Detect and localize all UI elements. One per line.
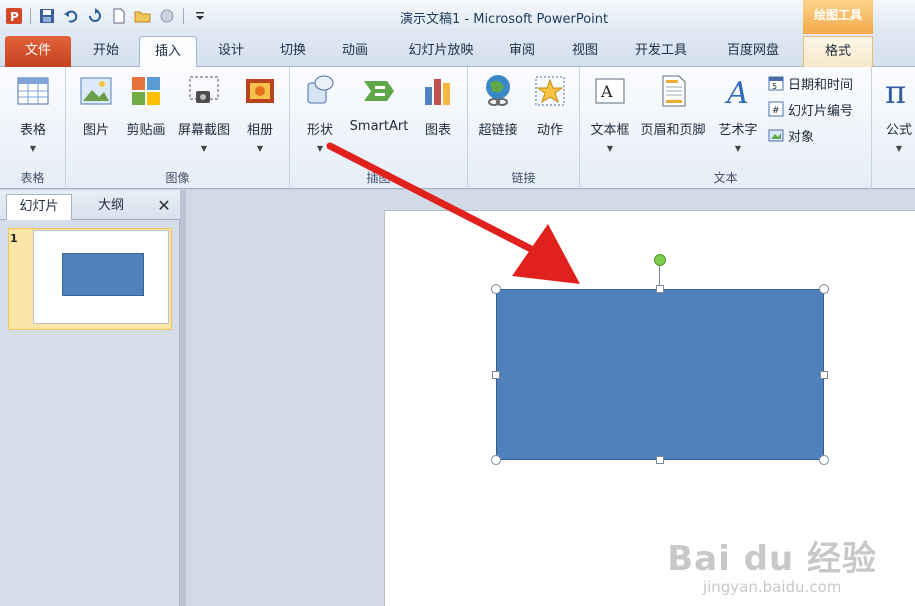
group-label-links: 链接 [511, 171, 536, 185]
photo-album-button[interactable]: 相册 ▼ [232, 73, 288, 159]
tab-insert[interactable]: 插入 [139, 36, 197, 67]
resize-handle-bottom[interactable] [656, 456, 664, 464]
group-illustrations: 形状 ▼ SmartArt 图表 插图 [290, 67, 468, 189]
tab-file[interactable]: 文件 [5, 36, 71, 67]
shapes-icon [307, 75, 334, 104]
title-bar: P 演示文稿1 - Microsoft PowerPoint 绘图工具 [0, 0, 915, 34]
action-button[interactable]: 动作 [522, 73, 578, 159]
tab-outline[interactable]: 大纲 [78, 194, 144, 220]
picture-icon [80, 77, 112, 105]
group-label-table: 表格 [20, 171, 45, 185]
object-button[interactable]: 对象 [768, 124, 814, 146]
screenshot-icon [189, 76, 219, 103]
redo-icon[interactable] [85, 6, 105, 26]
table-icon [17, 77, 49, 105]
resize-handle-top[interactable] [656, 285, 664, 293]
resize-handle-left[interactable] [492, 371, 500, 379]
customize-icon[interactable] [157, 6, 177, 26]
textbox-button[interactable]: A 文本框 ▼ [582, 73, 638, 159]
save-icon[interactable] [37, 6, 57, 26]
tab-developer[interactable]: 开发工具 [621, 36, 701, 67]
group-label-illustrations: 插图 [366, 171, 391, 185]
wordart-icon: A [724, 76, 749, 109]
header-footer-button[interactable]: 页眉和页脚 [640, 73, 706, 159]
pi-icon: π [885, 73, 906, 109]
drawing-tools-context-label: 绘图工具 [803, 0, 873, 34]
window-title: 演示文稿1 - Microsoft PowerPoint [400, 12, 609, 27]
svg-text:A: A [724, 76, 749, 109]
calendar-icon: 5 [768, 76, 784, 91]
tab-view[interactable]: 视图 [557, 36, 613, 67]
tab-design[interactable]: 设计 [203, 36, 259, 67]
group-links: 超链接 动作 链接 [468, 67, 580, 189]
tab-transitions[interactable]: 切换 [264, 36, 322, 67]
table-button[interactable]: 表格 ▼ [5, 73, 61, 159]
header-footer-icon [662, 75, 686, 107]
open-folder-icon[interactable] [133, 6, 153, 26]
slide-number-icon: # [768, 101, 784, 117]
resize-handle-top-right[interactable] [819, 284, 829, 294]
object-icon [768, 129, 784, 142]
slide-thumbnail-number: 1 [10, 232, 18, 245]
tab-baidu-netdisk[interactable]: 百度网盘 [711, 36, 795, 67]
svg-text:π: π [885, 73, 906, 109]
svg-text:#: # [772, 106, 780, 116]
picture-button[interactable]: 图片 [68, 73, 124, 159]
ribbon: 表格 ▼ 表格 图片 剪贴画 屏幕截图 ▼ 相册 ▼ 图像 形状 ▼ Smart… [0, 67, 915, 189]
svg-text:A: A [600, 82, 613, 101]
ribbon-tab-row: 文件 开始 插入 设计 切换 动画 幻灯片放映 审阅 视图 开发工具 百度网盘 … [0, 34, 915, 67]
hyperlink-button[interactable]: 超链接 [470, 73, 526, 159]
clipart-icon [132, 77, 160, 105]
thumbnail-rectangle-shape [62, 253, 144, 296]
chart-icon [425, 79, 450, 105]
datetime-button[interactable]: 5 日期和时间 [768, 72, 853, 94]
rectangle-shape[interactable] [496, 289, 824, 460]
action-icon [535, 76, 565, 106]
new-document-icon[interactable] [109, 6, 129, 26]
textbox-icon: A [595, 78, 625, 104]
group-symbols: π 公式 ▼ [872, 67, 915, 189]
equation-button[interactable]: π 公式 ▼ [874, 73, 915, 159]
pane-tabs: 幻灯片 大纲 ✕ [0, 190, 180, 220]
svg-text:P: P [10, 10, 19, 24]
powerpoint-logo-icon[interactable]: P [4, 6, 24, 26]
group-text: A 文本框 ▼ 页眉和页脚 A 艺术字 ▼ 5 日期和时间 # 幻灯片编号 对象… [580, 67, 872, 189]
baidu-jingyan-watermark: Bai du 经验 jingyan.baidu.com [667, 539, 877, 596]
tab-slides[interactable]: 幻灯片 [6, 194, 72, 220]
group-label-image: 图像 [165, 171, 190, 185]
screenshot-button[interactable]: 屏幕截图 ▼ [174, 73, 234, 159]
tab-format[interactable]: 格式 [803, 36, 873, 67]
resize-handle-bottom-right[interactable] [819, 455, 829, 465]
svg-text:5: 5 [772, 82, 777, 91]
shapes-button[interactable]: 形状 ▼ [292, 73, 348, 159]
quick-access-toolbar: P [4, 6, 210, 26]
close-pane-icon[interactable]: ✕ [154, 196, 174, 216]
wordart-button[interactable]: A 艺术字 ▼ [710, 73, 766, 159]
qat-dropdown-icon[interactable] [190, 6, 210, 26]
resize-handle-top-left[interactable] [491, 284, 501, 294]
group-image: 图片 剪贴画 屏幕截图 ▼ 相册 ▼ 图像 [66, 67, 290, 189]
smartart-icon [364, 81, 394, 101]
rotation-line [659, 265, 660, 287]
tab-home[interactable]: 开始 [78, 36, 134, 67]
slide-number-button[interactable]: # 幻灯片编号 [768, 98, 853, 120]
smartart-button[interactable]: SmartArt [346, 73, 412, 159]
slide-thumbnail[interactable] [33, 230, 169, 324]
tab-animations[interactable]: 动画 [326, 36, 384, 67]
undo-icon[interactable] [61, 6, 81, 26]
rotation-handle[interactable] [654, 254, 666, 266]
tab-slideshow[interactable]: 幻灯片放映 [394, 36, 488, 67]
group-label-text: 文本 [713, 171, 738, 185]
photo-album-icon [246, 79, 274, 103]
slides-pane: 幻灯片 大纲 ✕ 1 [0, 190, 180, 606]
clipart-button[interactable]: 剪贴画 [118, 73, 174, 159]
tab-review[interactable]: 审阅 [494, 36, 550, 67]
resize-handle-bottom-left[interactable] [491, 455, 501, 465]
resize-handle-right[interactable] [820, 371, 828, 379]
chart-button[interactable]: 图表 [410, 73, 466, 159]
hyperlink-icon [486, 75, 510, 106]
group-table: 表格 ▼ 表格 [0, 67, 66, 189]
